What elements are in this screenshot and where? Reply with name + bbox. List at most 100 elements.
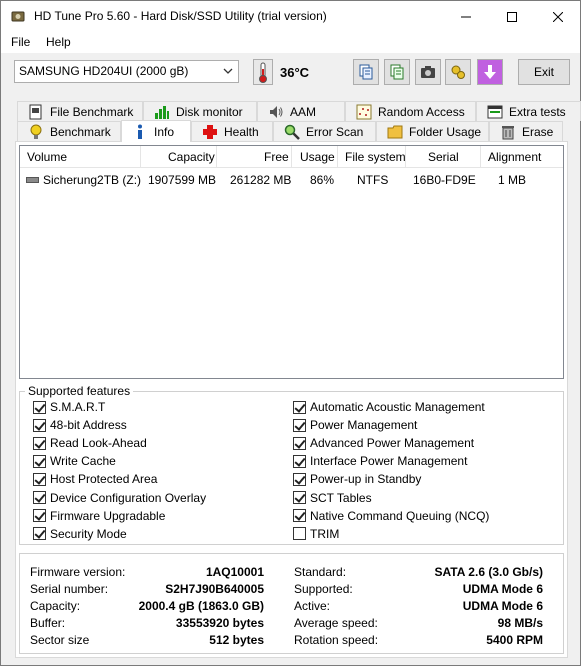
- detail-right-label: Rotation speed:: [294, 633, 379, 647]
- tab-disk-monitor[interactable]: Disk monitor: [143, 101, 257, 121]
- feature-checkbox[interactable]: [33, 527, 46, 541]
- column-divider[interactable]: [140, 146, 141, 168]
- feature-left-item[interactable]: S.M.A.R.T: [33, 399, 105, 415]
- column-header-capacity[interactable]: Capacity: [168, 150, 215, 164]
- tab-label: Benchmark: [50, 124, 111, 139]
- feature-label: Advanced Power Management: [310, 436, 475, 451]
- feature-checkbox[interactable]: [33, 418, 46, 432]
- tab-info[interactable]: Info: [121, 120, 191, 142]
- feature-right-item[interactable]: Native Command Queuing (NCQ): [293, 508, 489, 524]
- drive-icon: [26, 177, 39, 183]
- health-cross-icon: [202, 124, 218, 140]
- feature-right-item[interactable]: Interface Power Management: [293, 453, 467, 469]
- feature-checkbox[interactable]: [293, 454, 306, 468]
- feature-right-item[interactable]: Power-up in Standby: [293, 471, 421, 487]
- tab-folder-usage[interactable]: Folder Usage: [376, 121, 489, 141]
- tab-label: Error Scan: [306, 124, 364, 139]
- feature-right-item[interactable]: Advanced Power Management: [293, 435, 474, 451]
- magnifier-icon: [284, 124, 300, 140]
- options-button[interactable]: [445, 59, 471, 85]
- feature-checkbox[interactable]: [293, 509, 306, 523]
- title-bar: HD Tune Pro 5.60 - Hard Disk/SSD Utility…: [1, 1, 580, 32]
- random-access-icon: [356, 104, 372, 120]
- volume-list[interactable]: Volume Capacity Free Usage File system S…: [19, 145, 564, 379]
- tab-random-access[interactable]: Random Access: [345, 101, 476, 121]
- column-divider[interactable]: [216, 146, 217, 168]
- supported-features-title: Supported features: [25, 384, 134, 398]
- drive-select[interactable]: SAMSUNG HD204UI (2000 gB): [14, 60, 239, 83]
- feature-left-item[interactable]: Read Look-Ahead: [33, 435, 147, 451]
- detail-left-value: 512 bytes: [209, 633, 264, 647]
- camera-icon: [421, 66, 435, 78]
- tab-file-benchmark[interactable]: File Benchmark: [17, 101, 143, 121]
- feature-left-item[interactable]: 48-bit Address: [33, 417, 127, 433]
- column-header-file-system[interactable]: File system: [345, 150, 406, 164]
- detail-left-value: 1AQ10001: [205, 565, 264, 579]
- volume-serial: 16B0-FD9E: [413, 173, 476, 187]
- feature-right-item[interactable]: Power Management: [293, 417, 417, 433]
- column-divider[interactable]: [337, 146, 338, 168]
- detail-right-label: Supported:: [294, 582, 353, 596]
- tab-aam[interactable]: AAM: [257, 101, 345, 121]
- column-header-alignment[interactable]: Alignment: [488, 150, 541, 164]
- feature-left-item[interactable]: Host Protected Area: [33, 471, 157, 487]
- tab-label: Health: [224, 124, 259, 139]
- column-header-serial[interactable]: Serial: [428, 150, 459, 164]
- column-header-free[interactable]: Free: [264, 150, 289, 164]
- feature-checkbox[interactable]: [293, 472, 306, 486]
- tab-extra-tests[interactable]: Extra tests: [476, 101, 581, 121]
- tab-health[interactable]: Health: [191, 121, 273, 141]
- feature-right-item[interactable]: TRIM: [293, 526, 339, 542]
- copy-info-button[interactable]: [384, 59, 410, 85]
- feature-checkbox[interactable]: [33, 400, 46, 414]
- column-header-volume[interactable]: Volume: [27, 150, 67, 164]
- column-header-usage[interactable]: Usage: [300, 150, 335, 164]
- menu-help[interactable]: Help: [46, 35, 71, 49]
- maximize-button[interactable]: [489, 1, 535, 32]
- feature-label: SCT Tables: [310, 490, 372, 505]
- feature-checkbox[interactable]: [293, 418, 306, 432]
- column-divider[interactable]: [405, 146, 406, 168]
- column-divider[interactable]: [291, 146, 292, 168]
- save-button[interactable]: [477, 59, 503, 85]
- feature-checkbox[interactable]: [33, 491, 46, 504]
- close-button[interactable]: [535, 1, 581, 32]
- feature-left-item[interactable]: Firmware Upgradable: [33, 508, 165, 524]
- tab-error-scan[interactable]: Error Scan: [273, 121, 376, 141]
- tab-benchmark[interactable]: Benchmark: [17, 121, 121, 141]
- feature-checkbox[interactable]: [293, 491, 306, 504]
- feature-checkbox[interactable]: [33, 436, 46, 450]
- copy-text-icon: [359, 64, 373, 80]
- feature-checkbox[interactable]: [293, 400, 306, 414]
- volume-row[interactable]: Sicherung2TB (Z:) 1907599 MB 261282 MB 8…: [20, 171, 563, 189]
- menu-file[interactable]: File: [11, 35, 30, 49]
- feature-checkbox[interactable]: [33, 454, 46, 468]
- chevron-down-icon: [223, 68, 233, 74]
- exit-button-label: Exit: [533, 65, 554, 79]
- column-divider[interactable]: [480, 146, 481, 168]
- feature-checkbox[interactable]: [293, 436, 306, 450]
- tab-label: Info: [154, 124, 175, 139]
- feature-left-item[interactable]: Write Cache: [33, 453, 116, 469]
- tab-erase[interactable]: Erase: [489, 121, 563, 141]
- volume-usage: 86%: [310, 173, 335, 187]
- copy-text-button[interactable]: [353, 59, 379, 85]
- screenshot-button[interactable]: [415, 59, 441, 85]
- feature-label: Automatic Acoustic Management: [310, 400, 485, 414]
- tab-label: Disk monitor: [176, 104, 243, 119]
- feature-label: S.M.A.R.T: [50, 400, 106, 414]
- exit-button[interactable]: Exit: [518, 59, 570, 85]
- minimize-button[interactable]: [443, 1, 489, 32]
- feature-left-item[interactable]: Device Configuration Overlay: [33, 490, 206, 506]
- copy-info-icon: [390, 64, 404, 80]
- feature-left-item[interactable]: Security Mode: [33, 526, 127, 542]
- feature-checkbox[interactable]: [33, 509, 46, 523]
- feature-right-item[interactable]: Automatic Acoustic Management: [293, 399, 485, 415]
- feature-checkbox[interactable]: [33, 472, 46, 486]
- detail-left-label: Sector size: [30, 633, 90, 647]
- feature-checkbox[interactable]: [293, 527, 306, 541]
- feature-right-item[interactable]: SCT Tables: [293, 490, 372, 506]
- feature-label: Native Command Queuing (NCQ): [310, 508, 490, 523]
- feature-label: TRIM: [310, 526, 340, 541]
- feature-label: Power Management: [310, 418, 418, 433]
